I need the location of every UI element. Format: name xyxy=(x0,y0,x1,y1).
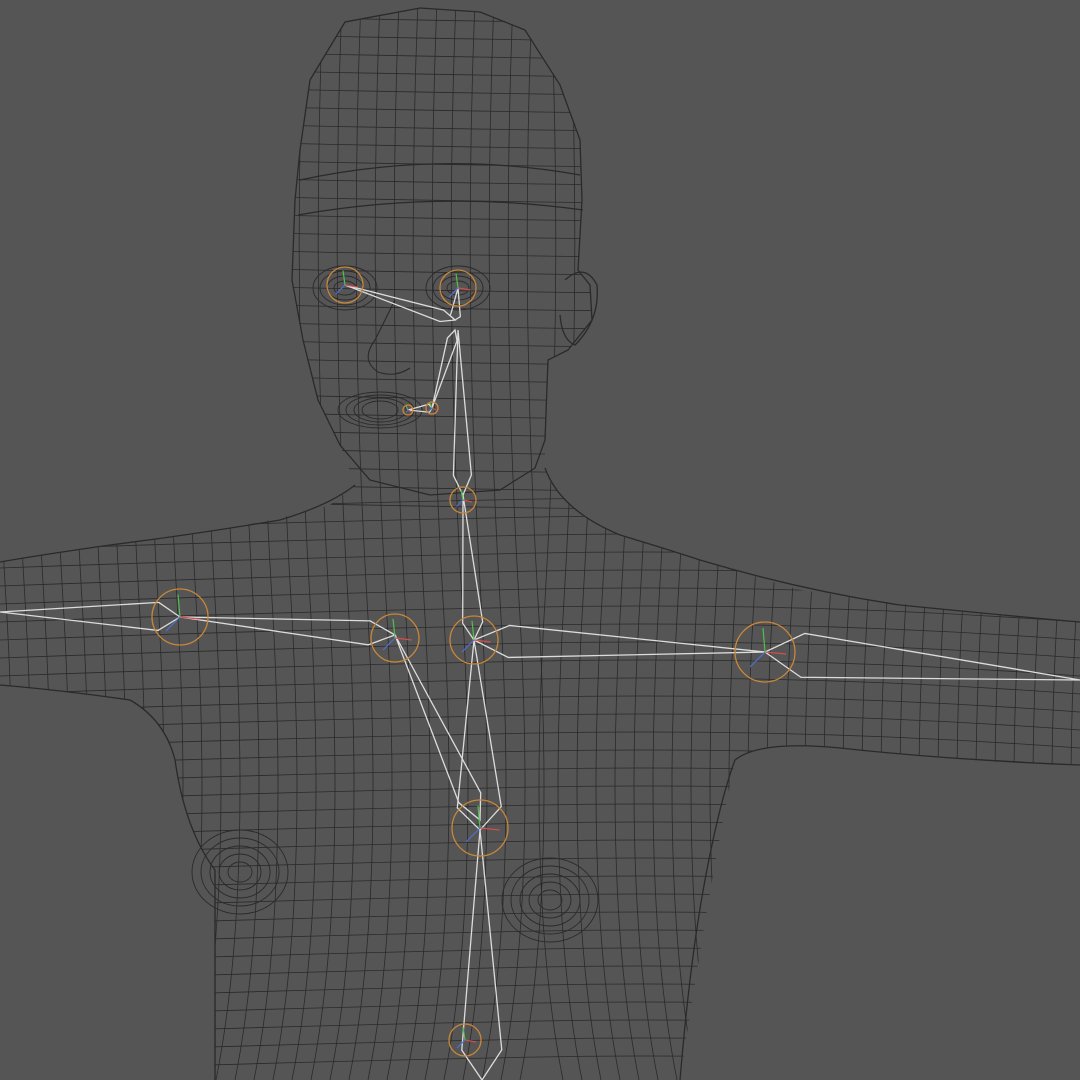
viewport-canvas[interactable] xyxy=(0,0,1080,1080)
3d-viewport[interactable] xyxy=(0,0,1080,1080)
